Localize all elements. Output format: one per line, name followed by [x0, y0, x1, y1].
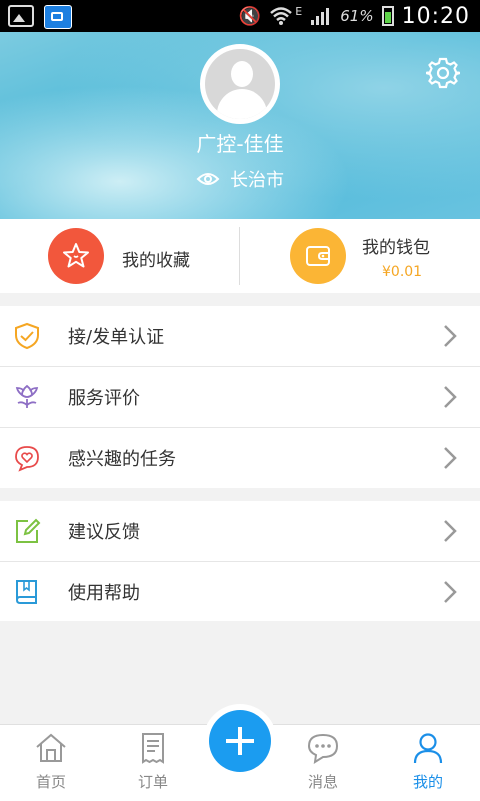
- tulip-icon: [15, 384, 39, 408]
- menu-group-support: 建议反馈 使用帮助: [0, 501, 480, 621]
- username: 广控-佳佳: [196, 132, 284, 156]
- wallet-icon: [306, 246, 330, 266]
- wallet-balance: ¥0.01: [382, 264, 423, 280]
- chevron-right-icon: [444, 386, 457, 408]
- signal-icon: [311, 8, 330, 25]
- favorites-button[interactable]: 我的收藏: [0, 219, 240, 293]
- shield-check-icon: [15, 322, 39, 350]
- status-bar: 🔇 E 61% 10:20: [0, 0, 480, 32]
- wallet-label: 我的钱包: [362, 238, 430, 258]
- menu-label: 服务评价: [68, 388, 140, 409]
- gallery-notification-icon: [8, 5, 34, 27]
- tab-label: 消息: [307, 773, 338, 791]
- chevron-right-icon: [444, 325, 457, 347]
- edit-icon: [16, 518, 41, 543]
- tab-orders[interactable]: 订单: [118, 731, 188, 792]
- menu-item-feedback[interactable]: 建议反馈: [0, 501, 480, 562]
- chevron-right-icon: [444, 447, 457, 469]
- clock: 10:20: [401, 3, 470, 29]
- wifi-icon: [270, 7, 293, 25]
- person-icon: [413, 733, 443, 764]
- menu-item-service-review[interactable]: 服务评价: [0, 367, 480, 428]
- home-icon: [36, 733, 66, 762]
- add-task-button[interactable]: [209, 710, 271, 772]
- mute-icon: 🔇: [238, 5, 262, 27]
- star-icon: [63, 243, 89, 268]
- menu-group-account: 接/发单认证 服务评价 感兴趣的任务: [0, 306, 480, 488]
- receipt-icon: [142, 733, 164, 764]
- menu-item-certification[interactable]: 接/发单认证: [0, 306, 480, 367]
- menu-label: 接/发单认证: [68, 327, 165, 348]
- location: 长治市: [0, 166, 480, 192]
- wallet-button[interactable]: 我的钱包 ¥0.01: [240, 219, 480, 293]
- heart-bubble-icon: [15, 446, 39, 472]
- tab-label: 我的: [412, 773, 443, 791]
- chevron-right-icon: [444, 520, 457, 542]
- tab-label: 订单: [137, 773, 168, 791]
- network-type: E: [295, 4, 303, 18]
- menu-label: 建议反馈: [68, 522, 140, 543]
- tab-label: 首页: [35, 773, 66, 791]
- settings-gear-icon[interactable]: [426, 56, 460, 90]
- menu-item-help[interactable]: 使用帮助: [0, 562, 480, 622]
- favorites-icon-circle: [48, 228, 104, 284]
- favorites-label: 我的收藏: [122, 251, 190, 271]
- tab-messages[interactable]: 消息: [288, 731, 358, 792]
- battery-percent: 61%: [340, 7, 374, 25]
- city-label: 长治市: [230, 170, 284, 191]
- menu-label: 感兴趣的任务: [68, 449, 176, 470]
- default-avatar-icon: [205, 49, 275, 119]
- tab-home[interactable]: 首页: [16, 731, 86, 792]
- battery-icon: [381, 6, 394, 26]
- avatar[interactable]: [200, 44, 280, 124]
- menu-label: 使用帮助: [68, 583, 140, 604]
- profile-header: 广控-佳佳 长治市: [0, 32, 480, 219]
- chat-icon: [307, 733, 339, 764]
- book-icon: [16, 580, 37, 604]
- app-notification-icon: [44, 5, 72, 29]
- chevron-right-icon: [444, 581, 457, 603]
- location-pin-icon: [196, 173, 220, 185]
- quick-actions: 我的收藏 我的钱包 ¥0.01: [0, 219, 480, 293]
- menu-item-interested-tasks[interactable]: 感兴趣的任务: [0, 428, 480, 488]
- tab-me[interactable]: 我的: [393, 731, 463, 792]
- wallet-icon-circle: [290, 228, 346, 284]
